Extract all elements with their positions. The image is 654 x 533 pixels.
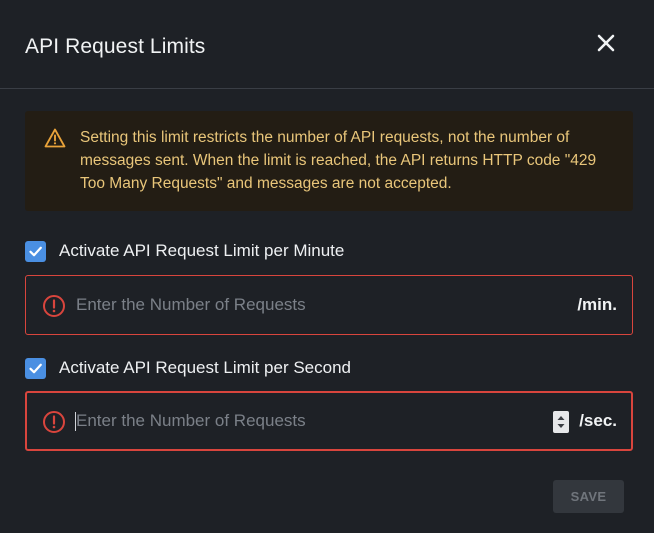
stepper-arrows-icon (557, 416, 565, 428)
dialog-title: API Request Limits (25, 35, 206, 58)
error-circle-icon (43, 411, 65, 433)
per-minute-checkbox[interactable] (25, 240, 46, 262)
error-circle-icon (43, 295, 65, 317)
per-minute-field: /min. (25, 275, 633, 335)
close-button[interactable] (592, 29, 620, 57)
per-minute-unit: /min. (577, 295, 617, 314)
per-minute-input[interactable] (76, 290, 496, 320)
warning-text: Setting this limit restricts the number … (80, 129, 597, 192)
per-second-input[interactable] (76, 406, 496, 436)
per-second-checkbox-row[interactable]: Activate API Request Limit per Second (25, 356, 351, 380)
close-icon (597, 34, 615, 52)
per-minute-checkbox-row[interactable]: Activate API Request Limit per Minute (25, 239, 344, 263)
per-second-checkbox[interactable] (25, 357, 46, 379)
api-request-limits-dialog: API Request Limits Setting this limit re… (0, 0, 654, 533)
dialog-header: API Request Limits (0, 0, 654, 89)
save-button[interactable]: SAVE (553, 480, 624, 513)
quantity-stepper[interactable] (553, 411, 569, 433)
per-minute-label: Activate API Request Limit per Minute (59, 241, 345, 260)
warning-triangle-icon (44, 128, 66, 148)
per-second-field: /sec. (25, 391, 633, 451)
warning-banner: Setting this limit restricts the number … (25, 111, 633, 211)
per-second-unit: /sec. (579, 411, 617, 430)
text-caret (75, 412, 76, 431)
checkmark-icon (29, 363, 42, 373)
checkmark-icon (29, 246, 42, 256)
per-second-label: Activate API Request Limit per Second (59, 358, 351, 377)
